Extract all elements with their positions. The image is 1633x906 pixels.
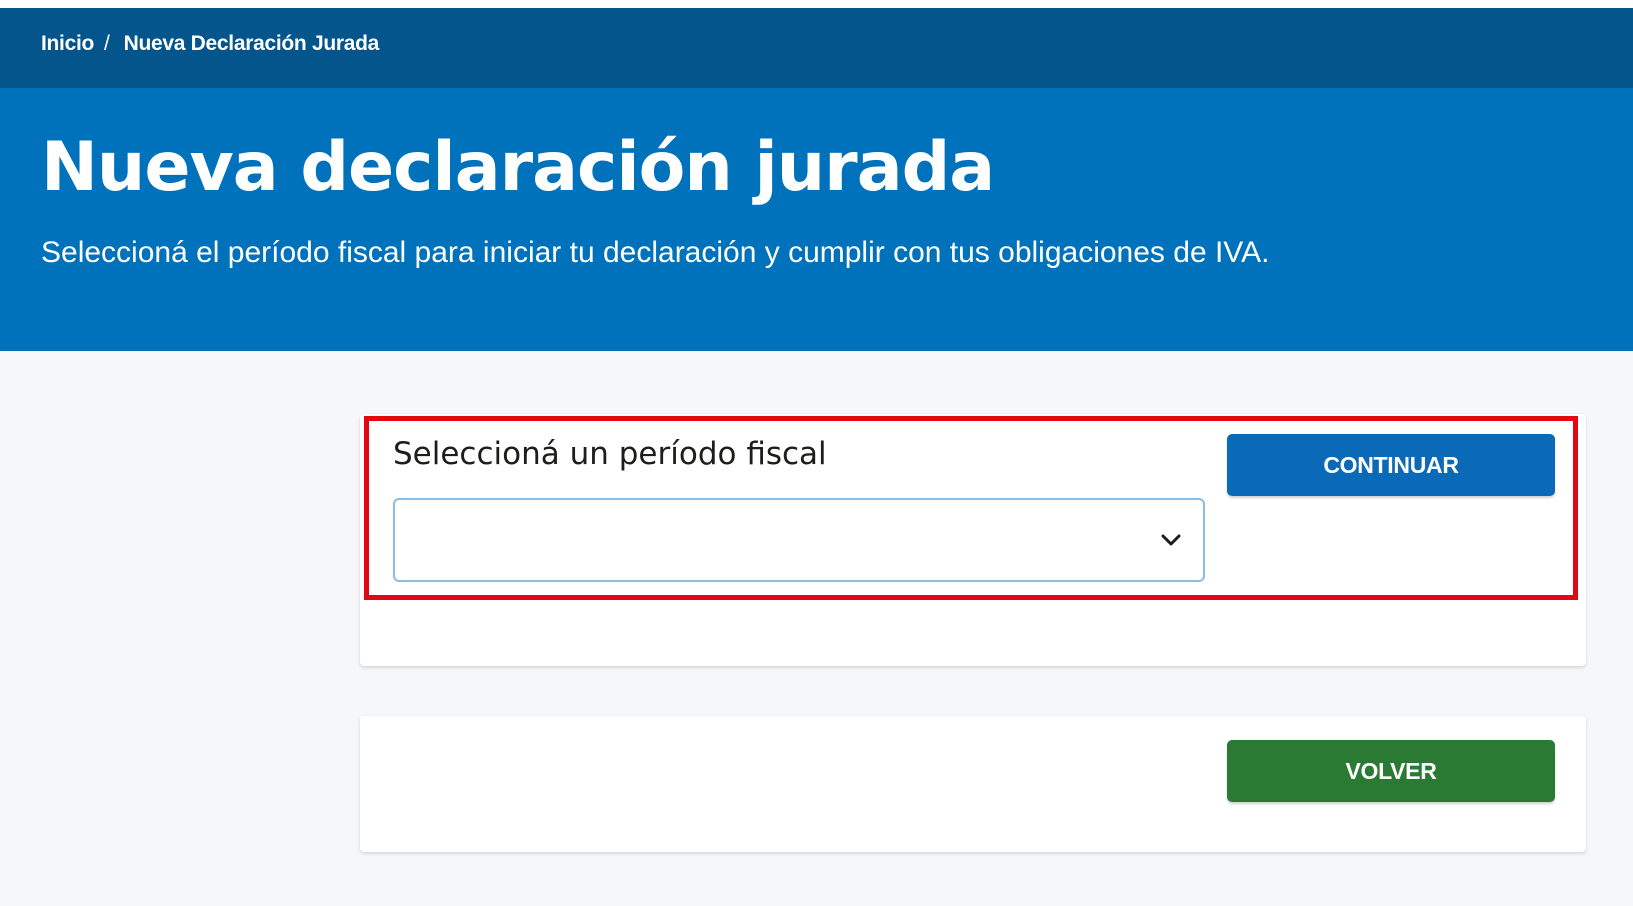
hero-banner: Nueva declaración jurada Seleccioná el p… xyxy=(0,88,1633,351)
breadcrumb: Inicio / Nueva Declaración Jurada xyxy=(41,32,379,56)
page-subtitle: Seleccioná el período fiscal para inicia… xyxy=(41,236,1270,269)
continue-button[interactable]: CONTINUAR xyxy=(1227,434,1555,496)
period-select[interactable] xyxy=(393,498,1205,582)
page-title: Nueva declaración jurada xyxy=(41,128,995,207)
top-strip xyxy=(0,0,1633,8)
back-button[interactable]: VOLVER xyxy=(1227,740,1555,802)
breadcrumb-current: Nueva Declaración Jurada xyxy=(123,32,380,55)
breadcrumb-bar: Inicio / Nueva Declaración Jurada xyxy=(0,8,1633,88)
chevron-down-icon xyxy=(1161,534,1181,546)
breadcrumb-home-link[interactable]: Inicio xyxy=(41,32,94,56)
breadcrumb-separator: / xyxy=(104,32,110,55)
period-field-label: Seleccioná un período fiscal xyxy=(393,436,827,472)
